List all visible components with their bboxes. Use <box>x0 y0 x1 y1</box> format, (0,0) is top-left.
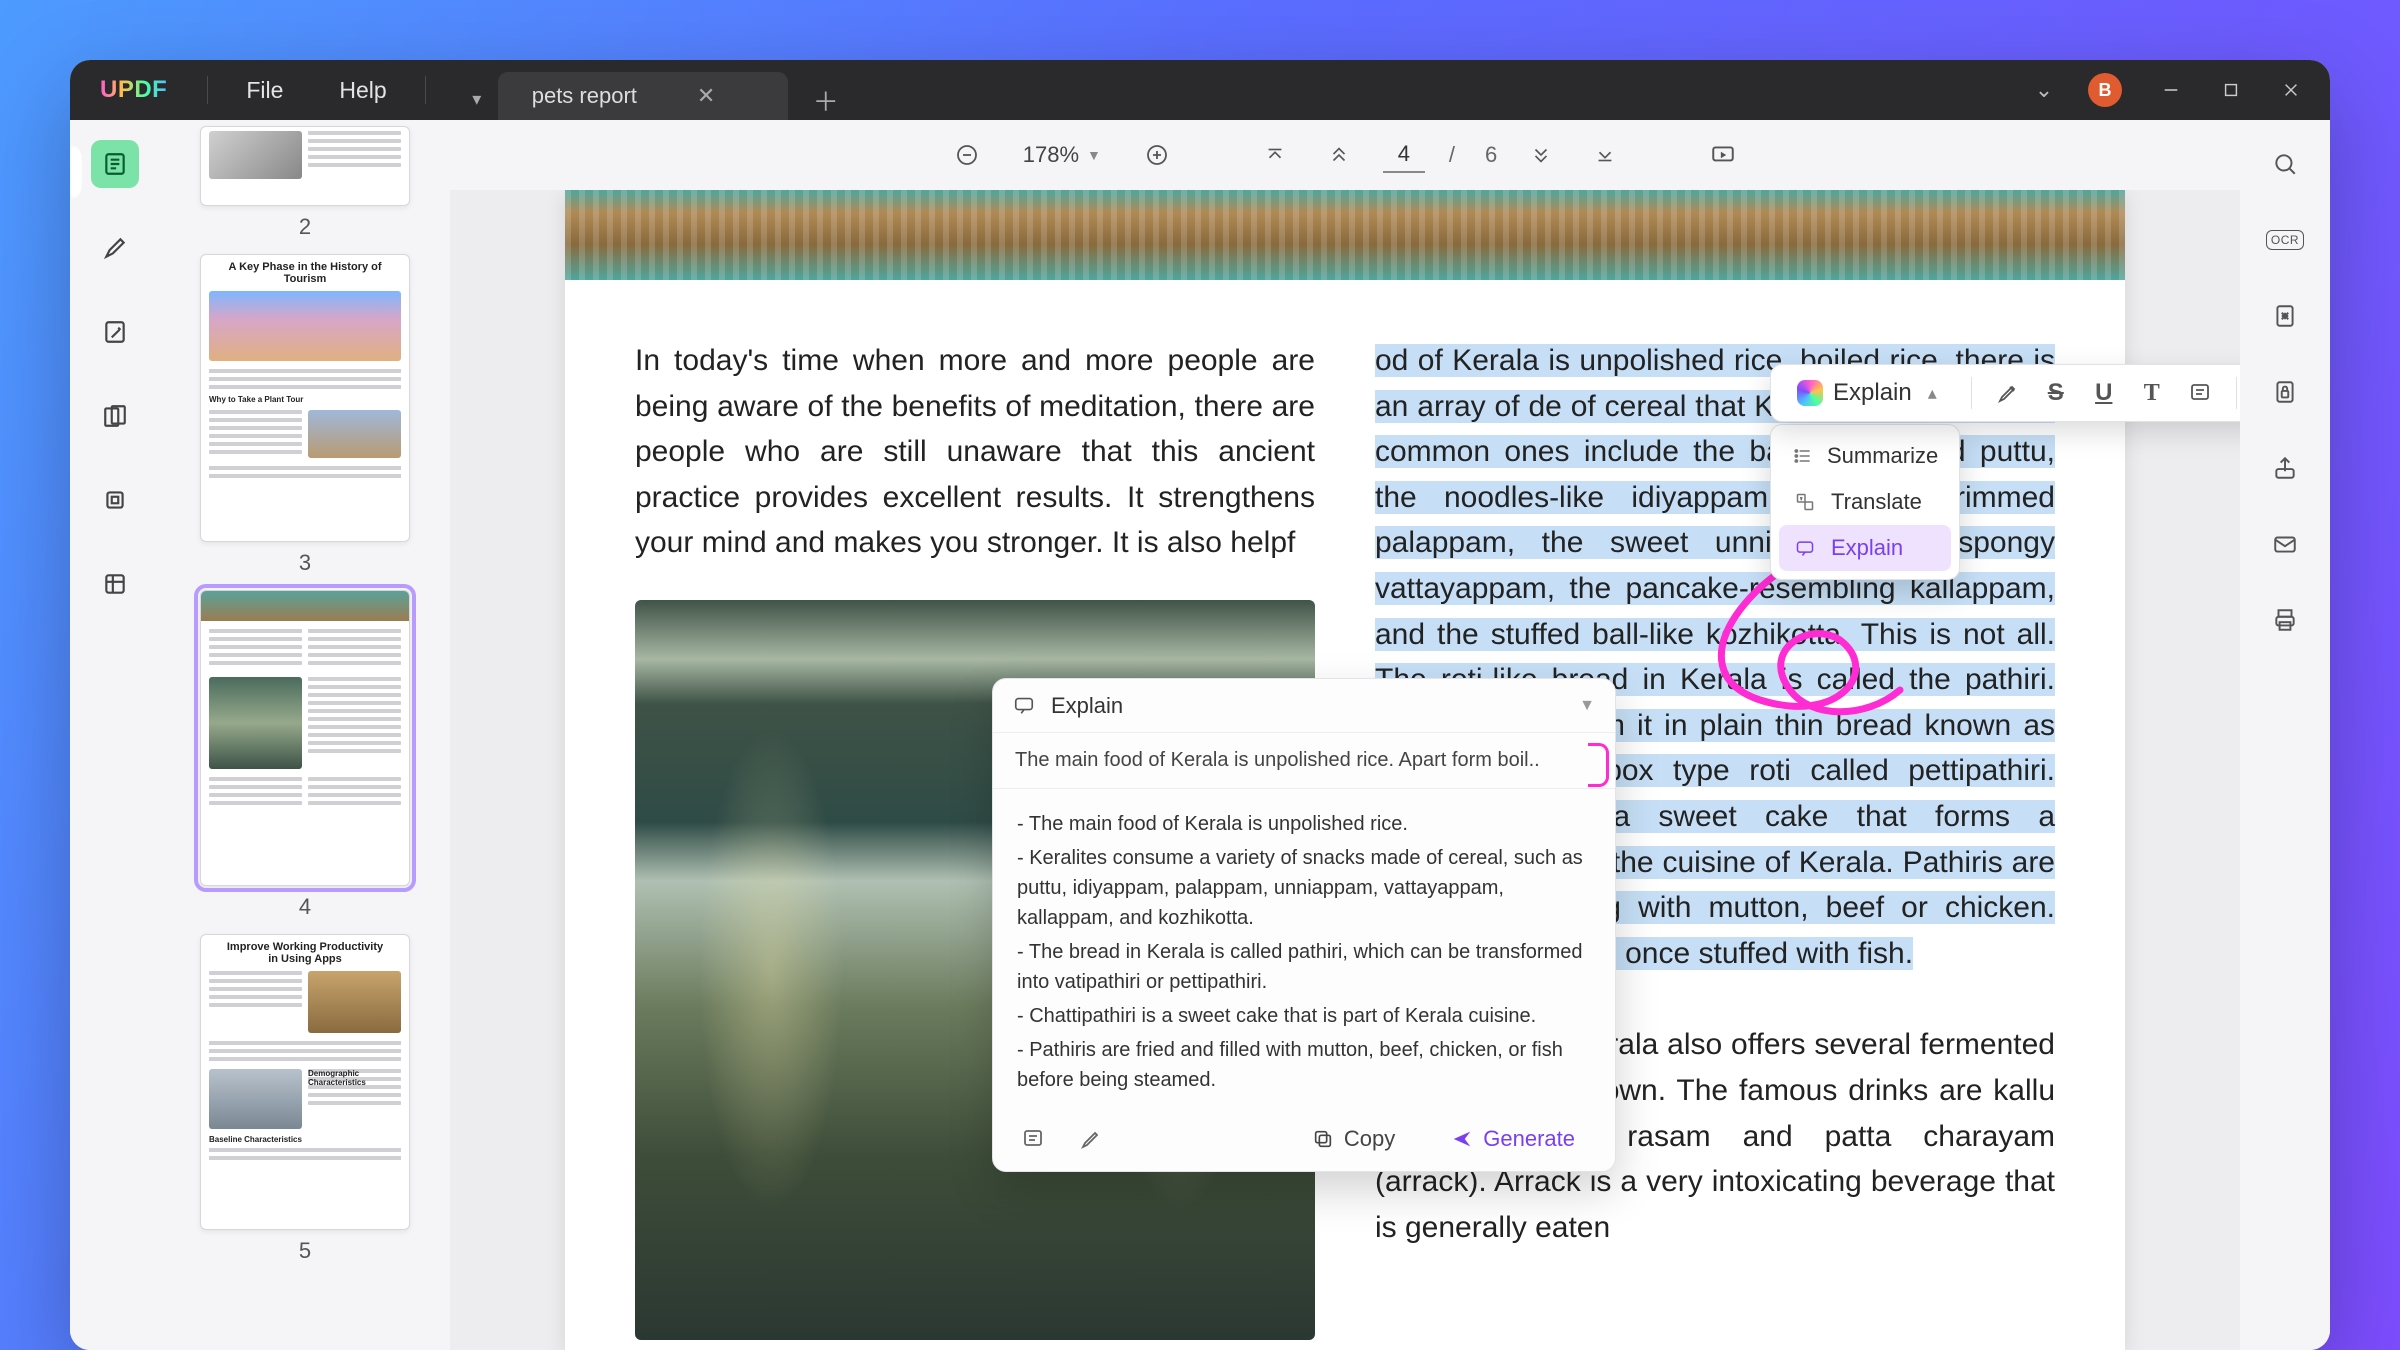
strikethrough-icon[interactable]: S <box>2034 371 2078 415</box>
ai-action-dropdown[interactable]: Explain ▴ <box>1783 373 1957 413</box>
form-tool-icon[interactable] <box>91 560 139 608</box>
thumbnail-label: 2 <box>299 214 311 240</box>
chat-icon <box>1013 694 1037 718</box>
divider <box>2236 377 2237 409</box>
thumbnail-2[interactable]: 2 <box>200 126 410 240</box>
left-tool-rail <box>70 120 160 1350</box>
tabs-dropdown[interactable]: ▾ <box>456 78 498 120</box>
ai-panel-footer: Copy Generate <box>993 1107 1615 1171</box>
titlebar-right: ⌄ B <box>2024 60 2316 120</box>
underline-icon[interactable]: U <box>2082 371 2126 415</box>
page-area[interactable]: In today's time when more and more peopl… <box>450 190 2240 1350</box>
tab-close-icon[interactable]: ✕ <box>697 83 715 109</box>
next-page-button[interactable] <box>1521 135 1561 175</box>
comment-tool-icon[interactable] <box>91 224 139 272</box>
thumbnail-label: 5 <box>299 1238 311 1264</box>
body: 2 A Key Phase in the History of Tourism … <box>70 120 2330 1350</box>
app-window: UPDF File Help ▾ pets report ✕ ＋ ⌄ B <box>70 60 2330 1350</box>
print-icon[interactable] <box>2263 598 2307 642</box>
thumb-title-b: in Using Apps <box>201 953 409 967</box>
selection-toolbar: Explain ▴ S U T <box>1770 364 2240 422</box>
share-icon[interactable] <box>2263 446 2307 490</box>
user-avatar[interactable]: B <box>2088 73 2122 107</box>
first-page-button[interactable] <box>1255 135 1295 175</box>
chevron-up-icon: ▴ <box>1922 383 1943 404</box>
edit-tool-icon[interactable] <box>91 308 139 356</box>
zoom-level-select[interactable]: 178%▼ <box>1011 136 1113 174</box>
ai-panel-mode-select[interactable]: Explain ▼ <box>993 679 1615 733</box>
ai-sparkle-icon <box>1797 380 1823 406</box>
document-tab[interactable]: pets report ✕ <box>498 72 788 120</box>
tab-title: pets report <box>532 83 637 109</box>
window-close-button[interactable] <box>2266 70 2316 110</box>
translate-icon <box>1793 490 1817 514</box>
viewer-toolbar: 178%▼ / 6 <box>450 120 2240 190</box>
thumbnail-label: 4 <box>299 894 311 920</box>
insert-highlight-icon[interactable] <box>1071 1119 1111 1159</box>
window-minimize-button[interactable] <box>2146 70 2196 110</box>
page-number-input[interactable] <box>1383 137 1425 173</box>
menu-help[interactable]: Help <box>311 77 414 104</box>
thumbnail-sidebar[interactable]: 2 A Key Phase in the History of Tourism … <box>160 120 450 1350</box>
divider <box>1971 377 1972 409</box>
reader-tool-icon[interactable] <box>91 140 139 188</box>
organize-tool-icon[interactable] <box>91 392 139 440</box>
thumbnail-5[interactable]: Improve Working Productivity in Using Ap… <box>200 934 410 1264</box>
highlighter-icon[interactable] <box>1986 371 2030 415</box>
zoom-in-button[interactable] <box>1137 135 1177 175</box>
chat-icon <box>1793 536 1817 560</box>
chevron-down-icon: ▼ <box>1579 697 1595 715</box>
thumbnail-label: 3 <box>299 550 311 576</box>
tabstrip: ▾ pets report ✕ ＋ <box>456 60 846 120</box>
ocr-icon[interactable]: OCR <box>2263 218 2307 262</box>
list-icon <box>1793 444 1813 468</box>
divider <box>207 76 208 104</box>
divider <box>425 76 426 104</box>
text-icon[interactable]: T <box>2130 371 2174 415</box>
thumbnail-3[interactable]: A Key Phase in the History of Tourism Wh… <box>200 254 410 576</box>
compress-icon[interactable] <box>2263 294 2307 338</box>
page-hero-image <box>565 190 2125 280</box>
titlebar-chevron-down-icon[interactable]: ⌄ <box>2024 70 2064 110</box>
ai-menu-translate[interactable]: Translate <box>1779 479 1951 525</box>
presentation-button[interactable] <box>1703 135 1743 175</box>
zoom-out-button[interactable] <box>947 135 987 175</box>
document-viewer: 178%▼ / 6 In today's time when <box>450 120 2240 1350</box>
search-icon[interactable] <box>2263 142 2307 186</box>
insert-note-icon[interactable] <box>1013 1119 1053 1159</box>
ai-menu-explain[interactable]: Explain <box>1779 525 1951 571</box>
titlebar: UPDF File Help ▾ pets report ✕ ＋ ⌄ B <box>70 60 2330 120</box>
email-icon[interactable] <box>2263 522 2307 566</box>
ai-explain-panel: Explain ▼ The main food of Kerala is unp… <box>992 678 1616 1172</box>
ai-panel-selection-preview: The main food of Kerala is unpolished ri… <box>993 733 1615 789</box>
note-icon[interactable] <box>2178 371 2222 415</box>
menu-file[interactable]: File <box>218 77 311 104</box>
ai-menu-summarize[interactable]: Summarize <box>1779 433 1951 479</box>
ai-action-menu: Summarize Translate Explain <box>1770 424 1960 580</box>
new-tab-button[interactable]: ＋ <box>806 80 846 120</box>
page-total: 6 <box>1485 142 1497 168</box>
last-page-button[interactable] <box>1585 135 1625 175</box>
page-separator: / <box>1449 142 1455 168</box>
thumbnail-4[interactable]: 4 <box>200 590 410 920</box>
left-paragraph[interactable]: In today's time when more and more peopl… <box>635 338 1315 566</box>
thumb-title: A Key Phase in the History of Tourism <box>201 255 409 287</box>
ai-panel-output[interactable]: - The main food of Kerala is unpolished … <box>993 789 1615 1107</box>
rail-notch <box>70 144 82 200</box>
protect-icon[interactable] <box>2263 370 2307 414</box>
window-maximize-button[interactable] <box>2206 70 2256 110</box>
generate-button[interactable]: Generate <box>1431 1118 1595 1160</box>
copy-icon <box>1312 1128 1334 1150</box>
send-icon <box>1451 1128 1473 1150</box>
thumb-title-a: Improve Working Productivity <box>201 935 409 953</box>
ai-action-label: Explain <box>1833 379 1912 407</box>
app-logo: UPDF <box>100 76 167 104</box>
right-tool-rail: OCR <box>2240 120 2330 1350</box>
thumb-subtitle: Why to Take a Plant Tour <box>201 393 409 406</box>
prev-page-button[interactable] <box>1319 135 1359 175</box>
crop-tool-icon[interactable] <box>91 476 139 524</box>
copy-button[interactable]: Copy <box>1294 1118 1413 1160</box>
